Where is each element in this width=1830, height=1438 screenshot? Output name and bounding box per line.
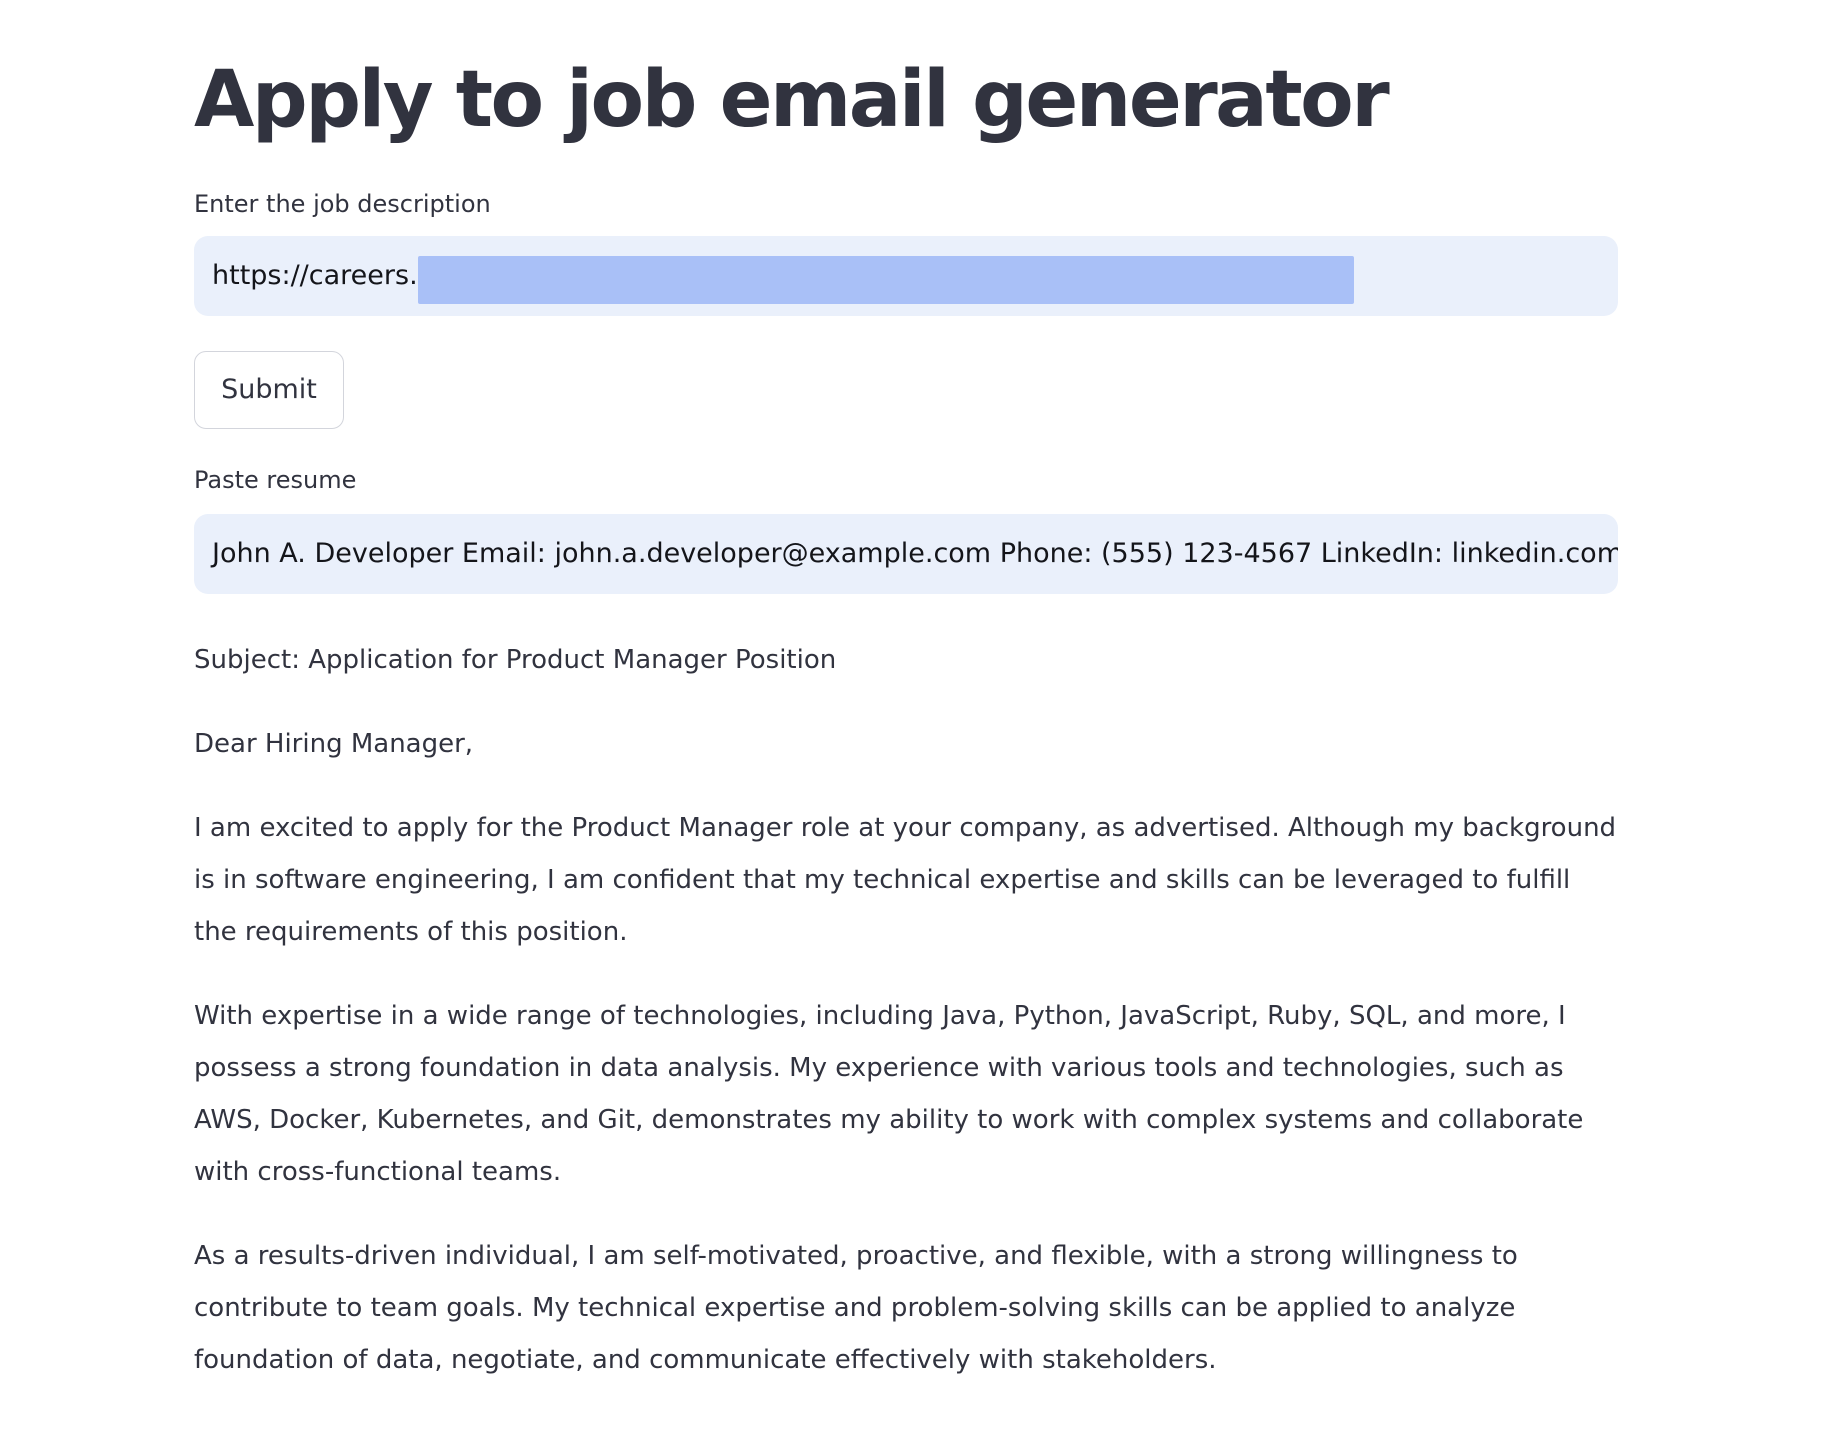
resume-value: John A. Developer Email: john.a.develope… bbox=[212, 538, 1618, 569]
generated-email: Subject: Application for Product Manager… bbox=[194, 634, 1618, 1418]
main-content: Apply to job email generator Enter the j… bbox=[194, 0, 1618, 1375]
resume-input[interactable]: John A. Developer Email: john.a.develope… bbox=[194, 514, 1618, 594]
email-paragraph: With expertise in a wide range of techno… bbox=[194, 1001, 1584, 1187]
page-title: Apply to job email generator bbox=[194, 55, 1390, 145]
email-greeting: Dear Hiring Manager, bbox=[194, 729, 474, 759]
job-description-label: Enter the job description bbox=[194, 190, 491, 218]
job-description-value: https://careers. bbox=[212, 260, 418, 291]
resume-label: Paste resume bbox=[194, 466, 357, 494]
email-paragraph: I am excited to apply for the Product Ma… bbox=[194, 813, 1617, 947]
job-description-input[interactable]: https://careers. bbox=[194, 236, 1618, 316]
submit-button[interactable]: Submit bbox=[194, 351, 344, 429]
redaction-mark bbox=[417, 256, 1354, 304]
email-paragraph: As a results-driven individual, I am sel… bbox=[194, 1241, 1518, 1375]
email-subject: Subject: Application for Product Manager… bbox=[194, 645, 837, 675]
